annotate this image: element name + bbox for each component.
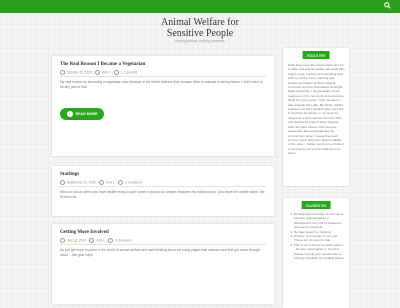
site-title-line2[interactable]: Sensitive People	[0, 28, 400, 39]
post-date[interactable]: July 16, 2020	[67, 238, 86, 242]
guidelines-list: Be kind and courteous. If comments becom…	[288, 212, 345, 260]
post-excerpt: What do you do when you have wildlife li…	[60, 190, 265, 199]
guideline-item: Privacy: no postings of our pets. These …	[294, 234, 345, 243]
post-date[interactable]: October 25, 2020	[67, 70, 92, 74]
comment-icon	[113, 70, 119, 75]
about-widget-title: About Me	[302, 51, 330, 59]
post-author[interactable]: Erin L	[96, 238, 104, 242]
post-comments[interactable]: 0 Comment	[125, 180, 141, 184]
calendar-icon	[60, 70, 65, 75]
comment-icon	[108, 238, 114, 243]
guidelines-widget-title: Guidelines	[301, 201, 331, 209]
site-title-line1[interactable]: Animal Welfare for	[0, 17, 400, 28]
guideline-item: Be kind and courteous. If comments becom…	[294, 212, 345, 230]
site-tagline: Helping animals. Helping ourselves.	[174, 39, 226, 43]
user-icon	[89, 238, 95, 243]
post-comments[interactable]: 1 Comment	[121, 70, 137, 74]
post-title[interactable]: The Real Reason I Became a Vegetarian	[60, 62, 145, 67]
post-meta: September 22, 2020 | Erin L | 0 Comment	[60, 180, 142, 185]
post-excerpt: As you get more involved in the world of…	[60, 248, 261, 257]
about-text: Hello Everyone! My name is Erin and I'm …	[288, 63, 345, 156]
top-navigation-bar	[0, 0, 400, 13]
read-more-button[interactable]: › READ MORE	[60, 108, 104, 120]
site-title[interactable]: Animal Welfare for Sensitive People	[0, 17, 400, 39]
arrow-right-icon: ›	[66, 111, 73, 118]
divider	[60, 244, 266, 245]
post-card: Starlings September 22, 2020 | Erin L | …	[52, 166, 274, 216]
calendar-icon	[60, 180, 65, 185]
read-more-label: READ MORE	[75, 112, 98, 116]
post-author[interactable]: Erin L	[102, 70, 110, 74]
comment-icon	[118, 180, 124, 185]
calendar-icon	[60, 238, 65, 243]
post-title[interactable]: Getting More Involved	[60, 230, 109, 235]
user-icon	[99, 180, 105, 185]
divider	[60, 186, 266, 187]
guideline-item: This is not a site for medical advice --…	[294, 243, 345, 261]
divider	[60, 76, 266, 77]
post-date[interactable]: September 22, 2020	[67, 180, 96, 184]
post-card: The Real Reason I Became a Vegetarian Oc…	[52, 56, 274, 156]
user-icon	[95, 70, 101, 75]
post-author[interactable]: Erin L	[106, 180, 114, 184]
post-card: Getting More Involved July 16, 2020 | Er…	[52, 224, 274, 304]
post-meta: October 25, 2020 | Erin L | 1 Comment	[60, 70, 137, 75]
post-title[interactable]: Starlings	[60, 172, 79, 177]
guidelines-widget: Guidelines Be kind and courteous. If com…	[283, 198, 349, 308]
about-widget: About Me Hello Everyone! My name is Erin…	[283, 48, 349, 186]
search-icon[interactable]	[384, 2, 391, 9]
post-excerpt: My vital reason for becoming a vegetaria…	[60, 80, 263, 89]
post-comments[interactable]: 0 Comment	[115, 238, 131, 242]
post-meta: July 16, 2020 | Erin L | 0 Comment	[60, 238, 132, 243]
